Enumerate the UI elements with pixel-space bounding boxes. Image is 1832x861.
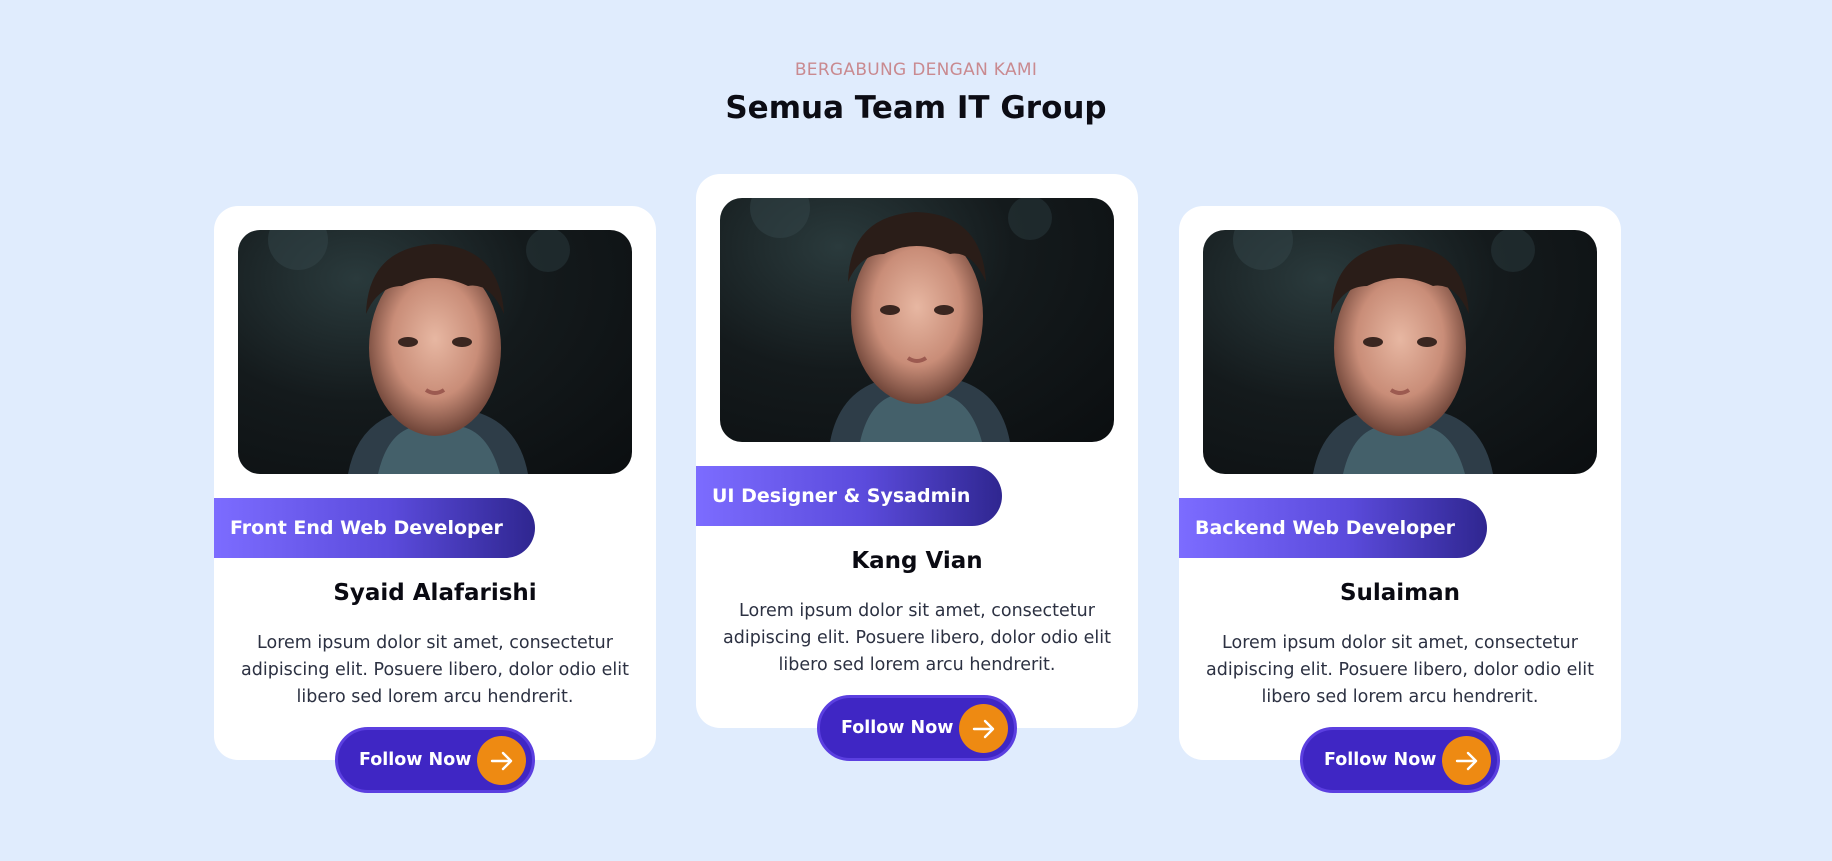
member-name: Kang Vian bbox=[851, 548, 983, 574]
team-card: Front End Web Developer Syaid Alafarishi… bbox=[214, 206, 656, 793]
follow-now-label: Follow Now bbox=[841, 718, 954, 738]
follow-now-button[interactable]: Follow Now bbox=[1300, 727, 1500, 793]
role-label: Backend Web Developer bbox=[1195, 517, 1456, 539]
member-name: Sulaiman bbox=[1339, 580, 1461, 606]
role-badge: Front End Web Developer bbox=[214, 498, 535, 558]
team-card: UI Designer & Sysadmin Kang Vian Lorem i… bbox=[696, 174, 1138, 761]
section-header: BERGABUNG DENGAN KAMI Semua Team IT Grou… bbox=[0, 60, 1832, 126]
role-label: UI Designer & Sysadmin bbox=[712, 485, 971, 507]
role-badge: Backend Web Developer bbox=[1179, 498, 1488, 558]
team-member-photo bbox=[1203, 230, 1597, 474]
follow-now-label: Follow Now bbox=[359, 750, 472, 770]
member-name: Syaid Alafarishi bbox=[333, 580, 537, 606]
arrow-right-icon bbox=[959, 704, 1008, 753]
member-description: Lorem ipsum dolor sit amet, consectetur … bbox=[1206, 633, 1594, 707]
follow-now-label: Follow Now bbox=[1324, 750, 1437, 770]
member-description: Lorem ipsum dolor sit amet, consectetur … bbox=[241, 633, 629, 707]
team-member-photo bbox=[720, 198, 1114, 442]
member-description: Lorem ipsum dolor sit amet, consectetur … bbox=[723, 601, 1111, 675]
section-eyebrow: BERGABUNG DENGAN KAMI bbox=[794, 60, 1038, 80]
role-label: Front End Web Developer bbox=[230, 517, 503, 539]
team-member-photo bbox=[238, 230, 632, 474]
team-card: Backend Web Developer Sulaiman Lorem ips… bbox=[1179, 206, 1621, 793]
role-badge: UI Designer & Sysadmin bbox=[696, 466, 1003, 526]
arrow-right-icon bbox=[1442, 736, 1491, 785]
section-title: Semua Team IT Group bbox=[725, 90, 1107, 126]
follow-now-button[interactable]: Follow Now bbox=[335, 727, 535, 793]
arrow-right-icon bbox=[477, 736, 526, 785]
follow-now-button[interactable]: Follow Now bbox=[817, 695, 1017, 761]
